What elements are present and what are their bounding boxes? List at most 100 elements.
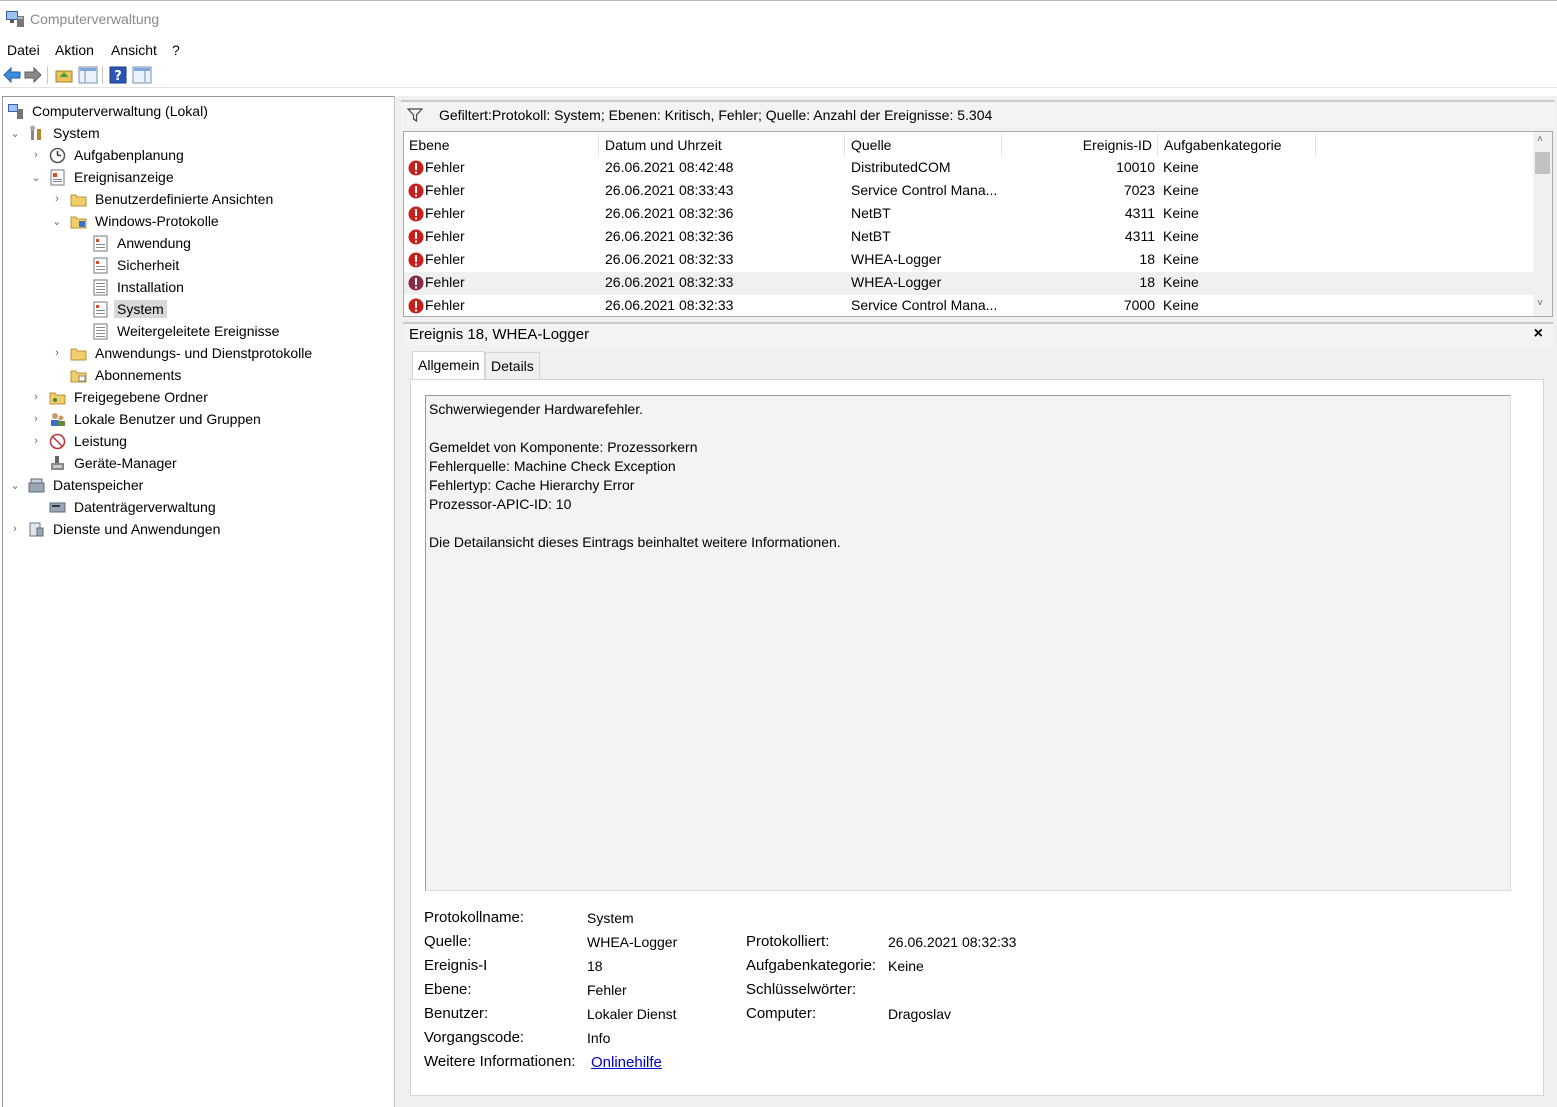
table-row[interactable]: Fehler 26.06.2021 08:32:36 NetBT 4311 Keine <box>404 203 1534 226</box>
services-icon <box>29 522 44 536</box>
filter-description: Gefiltert:Protokoll: System; Ebenen: Kri… <box>439 107 993 123</box>
column-header-aufgabenkategorie[interactable]: Aufgabenkategorie <box>1159 134 1316 156</box>
back-arrow-icon[interactable] <box>2 65 22 85</box>
cell-source: WHEA-Logger <box>851 274 942 290</box>
tab-allgemein[interactable]: Allgemein <box>412 351 486 380</box>
help-icon[interactable]: ? <box>108 65 128 85</box>
tree-item-system-log[interactable]: System <box>92 298 167 320</box>
log-icon <box>93 279 108 295</box>
close-icon[interactable]: × <box>1534 325 1543 343</box>
chevron-down-icon[interactable]: ⌄ <box>51 215 63 228</box>
tree-item-ereignisanzeige[interactable]: ⌄ Ereignisanzeige <box>30 166 177 188</box>
tree-item-anwendung[interactable]: Anwendung <box>92 232 194 254</box>
cell-id: 18 <box>1139 274 1155 290</box>
prop-value-vorgangscode: Info <box>587 1030 611 1046</box>
tree-item-windows-protokolle[interactable]: ⌄ Windows-Protokolle <box>51 210 222 232</box>
error-icon <box>408 298 424 314</box>
device-manager-icon <box>51 455 64 470</box>
error-icon <box>408 183 424 199</box>
column-header-ebene[interactable]: Ebene <box>404 134 599 156</box>
toolbar-separator <box>47 66 48 84</box>
event-message-text[interactable]: Schwerwiegender Hardwarefehler. Gemeldet… <box>425 395 1511 891</box>
cell-datetime: 26.06.2021 08:32:36 <box>605 228 734 244</box>
tree-item-datenspeicher[interactable]: ⌄ Datenspeicher <box>9 474 146 496</box>
table-row[interactable]: Fehler 26.06.2021 08:32:33 WHEA-Logger 18 Ke… <box>404 249 1534 272</box>
show-hide-tree-icon[interactable] <box>78 65 98 85</box>
users-icon <box>51 412 65 426</box>
tree-item-computerverwaltung[interactable]: Computerverwaltung (Lokal) <box>7 100 211 122</box>
error-icon <box>408 160 424 176</box>
column-header-datum-und-uhrzeit[interactable]: Datum und Uhrzeit <box>600 134 845 156</box>
prop-value-protokollname: System <box>587 910 634 926</box>
chevron-down-icon[interactable]: ⌄ <box>30 171 42 184</box>
chevron-right-icon[interactable]: › <box>30 391 42 403</box>
cell-source: NetBT <box>851 228 891 244</box>
scroll-up-arrow-icon[interactable]: ˄ <box>1537 134 1543 145</box>
tree-item-lokale-benutzer-und-gruppen[interactable]: › Lokale Benutzer und Gruppen <box>30 408 264 430</box>
tree-item-weitergeleitete-ereignisse[interactable]: Weitergeleitete Ereignisse <box>92 320 282 342</box>
cell-datetime: 26.06.2021 08:42:48 <box>605 159 734 175</box>
cell-id: 18 <box>1139 251 1155 267</box>
up-folder-icon[interactable] <box>54 65 74 85</box>
prop-label-benutzer: Benutzer: <box>424 1005 489 1022</box>
cell-level: Fehler <box>425 182 465 198</box>
log-icon <box>93 323 108 339</box>
chevron-right-icon[interactable]: › <box>30 435 42 447</box>
cell-level: Fehler <box>425 159 465 175</box>
tree-item-abonnements[interactable]: Abonnements <box>70 364 184 386</box>
toolbar-separator <box>102 66 103 84</box>
tree-item-leistung[interactable]: › Leistung <box>30 430 130 452</box>
log-icon <box>93 257 108 273</box>
menu-datei[interactable]: Datei <box>7 42 40 58</box>
tree-item-sicherheit[interactable]: Sicherheit <box>92 254 182 276</box>
tree-item-anwendungs-und-dienstprotokolle[interactable]: › Anwendungs- und Dienstprotokolle <box>51 342 315 364</box>
prop-value-ereignis-id: 18 <box>587 958 603 974</box>
table-row[interactable]: Fehler 26.06.2021 08:32:36 NetBT 4311 Keine <box>404 226 1534 249</box>
chevron-down-icon[interactable]: ⌄ <box>9 127 21 140</box>
chevron-right-icon[interactable]: › <box>51 347 63 359</box>
table-row[interactable]: Fehler 26.06.2021 08:32:33 WHEA-Logger 18 Ke… <box>404 272 1534 295</box>
shared-folder-icon <box>49 392 66 404</box>
scroll-down-arrow-icon[interactable]: ˅ <box>1537 298 1543 309</box>
log-icon <box>93 235 108 251</box>
window-title: Computerverwaltung <box>30 11 160 27</box>
prop-value-benutzer: Lokaler Dienst <box>587 1006 677 1022</box>
forward-arrow-icon[interactable] <box>23 65 43 85</box>
filter-bar: Gefiltert:Protokoll: System; Ebenen: Kri… <box>401 100 1554 128</box>
menu-help[interactable]: ? <box>172 42 180 58</box>
tree-item-freigegebene-ordner[interactable]: › Freigegebene Ordner <box>30 386 211 408</box>
tree-item-datentraegerverwaltung[interactable]: Datenträgerverwaltung <box>49 496 219 518</box>
tree-item-dienste-und-anwendungen[interactable]: › Dienste und Anwendungen <box>9 518 223 540</box>
cell-level: Fehler <box>425 205 465 221</box>
tree-item-benutzerdefinierte-ansichten[interactable]: › Benutzerdefinierte Ansichten <box>51 188 276 210</box>
chevron-right-icon[interactable]: › <box>51 193 63 205</box>
prop-label-aufgabenkategorie: Aufgabenkategorie: <box>746 957 877 974</box>
table-row[interactable]: Fehler 26.06.2021 08:32:33 Service Control… <box>404 295 1534 318</box>
tree-item-system[interactable]: ⌄ System <box>9 122 103 144</box>
chevron-right-icon[interactable]: › <box>9 523 21 535</box>
column-header-ereignis-id[interactable]: Ereignis-ID <box>1003 134 1158 156</box>
tree-item-geraete-manager[interactable]: Geräte-Manager <box>49 452 180 474</box>
menu-aktion[interactable]: Aktion <box>55 42 94 58</box>
column-header-quelle[interactable]: Quelle <box>846 134 1002 156</box>
subscriptions-icon <box>70 370 87 382</box>
prop-value-aufgabenkategorie: Keine <box>888 958 924 974</box>
table-row[interactable]: Fehler 26.06.2021 08:33:43 Service Control… <box>404 180 1534 203</box>
disk-management-icon <box>49 502 66 512</box>
chevron-right-icon[interactable]: › <box>30 149 42 161</box>
chevron-right-icon[interactable]: › <box>30 413 42 425</box>
tab-details[interactable]: Details <box>485 352 540 379</box>
tree-item-aufgabenplanung[interactable]: › Aufgabenplanung <box>30 144 187 166</box>
table-row[interactable]: Fehler 26.06.2021 08:42:48 DistributedCOM 1… <box>404 157 1534 180</box>
show-hide-action-pane-icon[interactable] <box>132 65 152 85</box>
cell-category: Keine <box>1163 205 1199 221</box>
scroll-thumb[interactable] <box>1535 152 1550 174</box>
chevron-down-icon[interactable]: ⌄ <box>9 479 21 492</box>
tree-item-installation[interactable]: Installation <box>92 276 187 298</box>
menu-ansicht[interactable]: Ansicht <box>111 42 157 58</box>
toolbar: ? <box>0 62 1557 88</box>
cell-level: Fehler <box>425 228 465 244</box>
cell-category: Keine <box>1163 228 1199 244</box>
event-list-scrollbar[interactable]: ˄ ˅ <box>1533 132 1552 316</box>
onlinehilfe-link[interactable]: Onlinehilfe <box>591 1054 662 1071</box>
